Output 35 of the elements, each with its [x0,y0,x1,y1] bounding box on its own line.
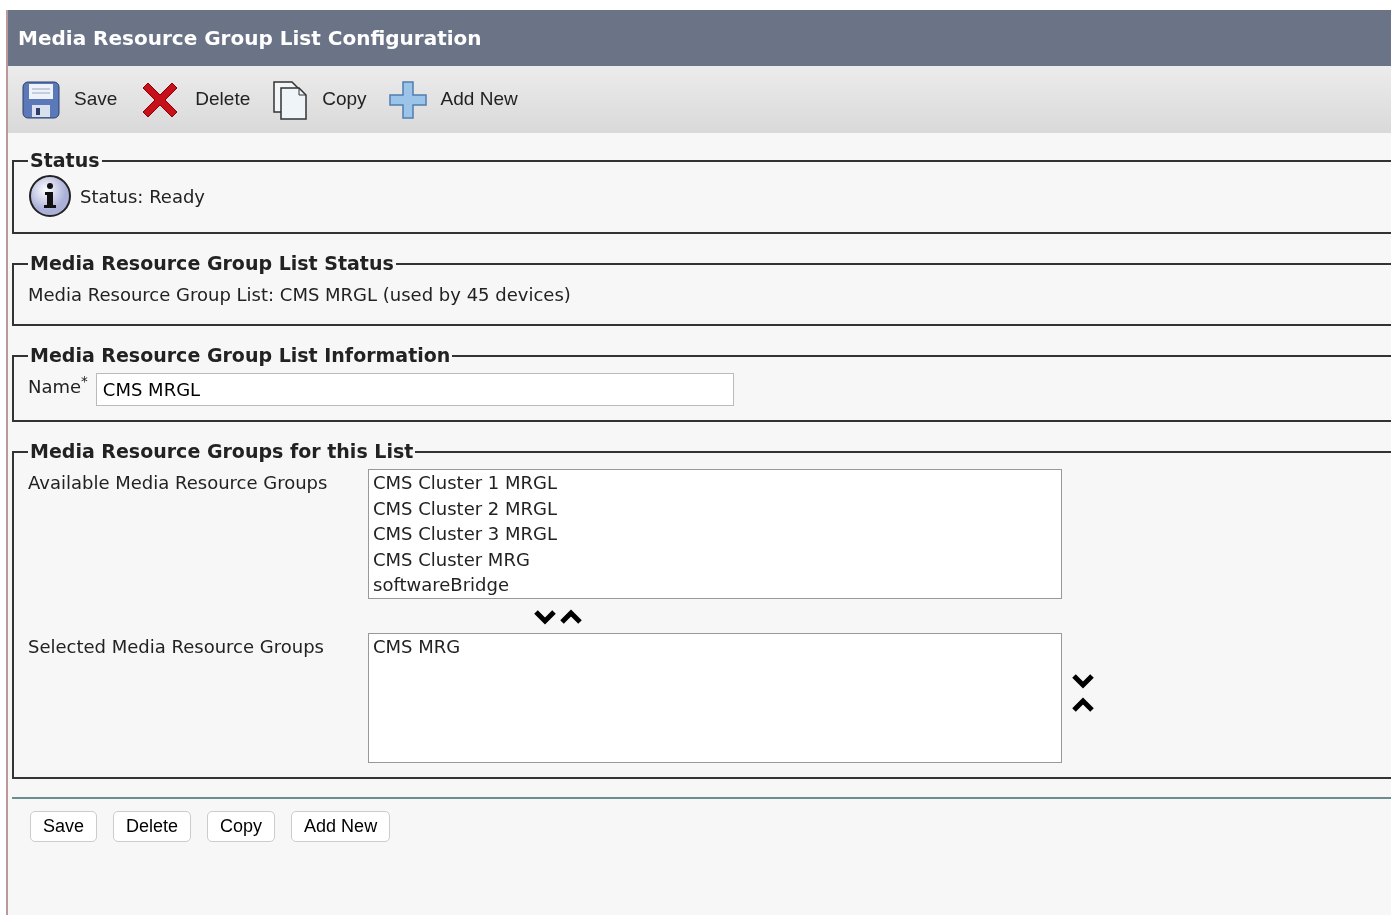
section-legend: Media Resource Groups for this List [28,442,416,461]
move-up-icon[interactable] [560,609,582,625]
field-label: Selected Media Resource Groups [28,635,325,659]
status-message: Status: Ready [80,184,206,209]
status-text: Media Resource Group List: CMS MRGL (used by 45 devices) [28,283,572,307]
list-option[interactable]: CMS Cluster MRG [373,546,1057,572]
plus-icon [388,80,427,119]
field-label: Name$^{*}$ [28,373,88,399]
listbox[interactable]: CMS MRG [368,633,1062,763]
copy-icon [272,79,309,120]
form-button[interactable]: Copy [207,811,276,842]
list-option[interactable]: softwareBridge [373,572,1057,598]
section-legend: Status [28,151,102,170]
toolbar-button[interactable]: Save [22,80,118,119]
toolbar-button[interactable]: Add New [388,80,518,119]
form-button[interactable]: Add New [291,811,391,842]
move-up-icon[interactable] [1072,697,1094,713]
field-label: Available Media Resource Groups [28,471,329,495]
move-down-icon[interactable] [534,609,556,625]
move-down-icon[interactable] [1072,673,1094,689]
form-button[interactable]: Delete [113,811,192,842]
save-icon [22,80,60,119]
name-field[interactable]: CMS MRGL [95,373,734,406]
form-button[interactable]: Save [30,811,98,842]
listbox[interactable]: CMS Cluster 1 MRGL CMS Cluster 2 MRGL CMS Cluster 3 MRGL CMS Cluster MRG softwareBridge [368,469,1062,599]
list-option[interactable]: CMS MRG [373,634,1057,660]
toolbar-button[interactable]: Delete [139,78,251,121]
list-option[interactable]: CMS Cluster 2 MRGL [373,495,1057,521]
list-option[interactable]: CMS Cluster 1 MRGL [373,470,1057,496]
section-legend: Media Resource Group List Information [28,346,453,365]
info-icon [28,174,72,218]
page-title: Media Resource Group List Configuration [8,10,1391,66]
toolbar-button[interactable]: Copy [272,79,367,120]
section-legend: Media Resource Group List Status [28,254,396,273]
list-option[interactable]: CMS Cluster 3 MRGL [373,521,1057,547]
